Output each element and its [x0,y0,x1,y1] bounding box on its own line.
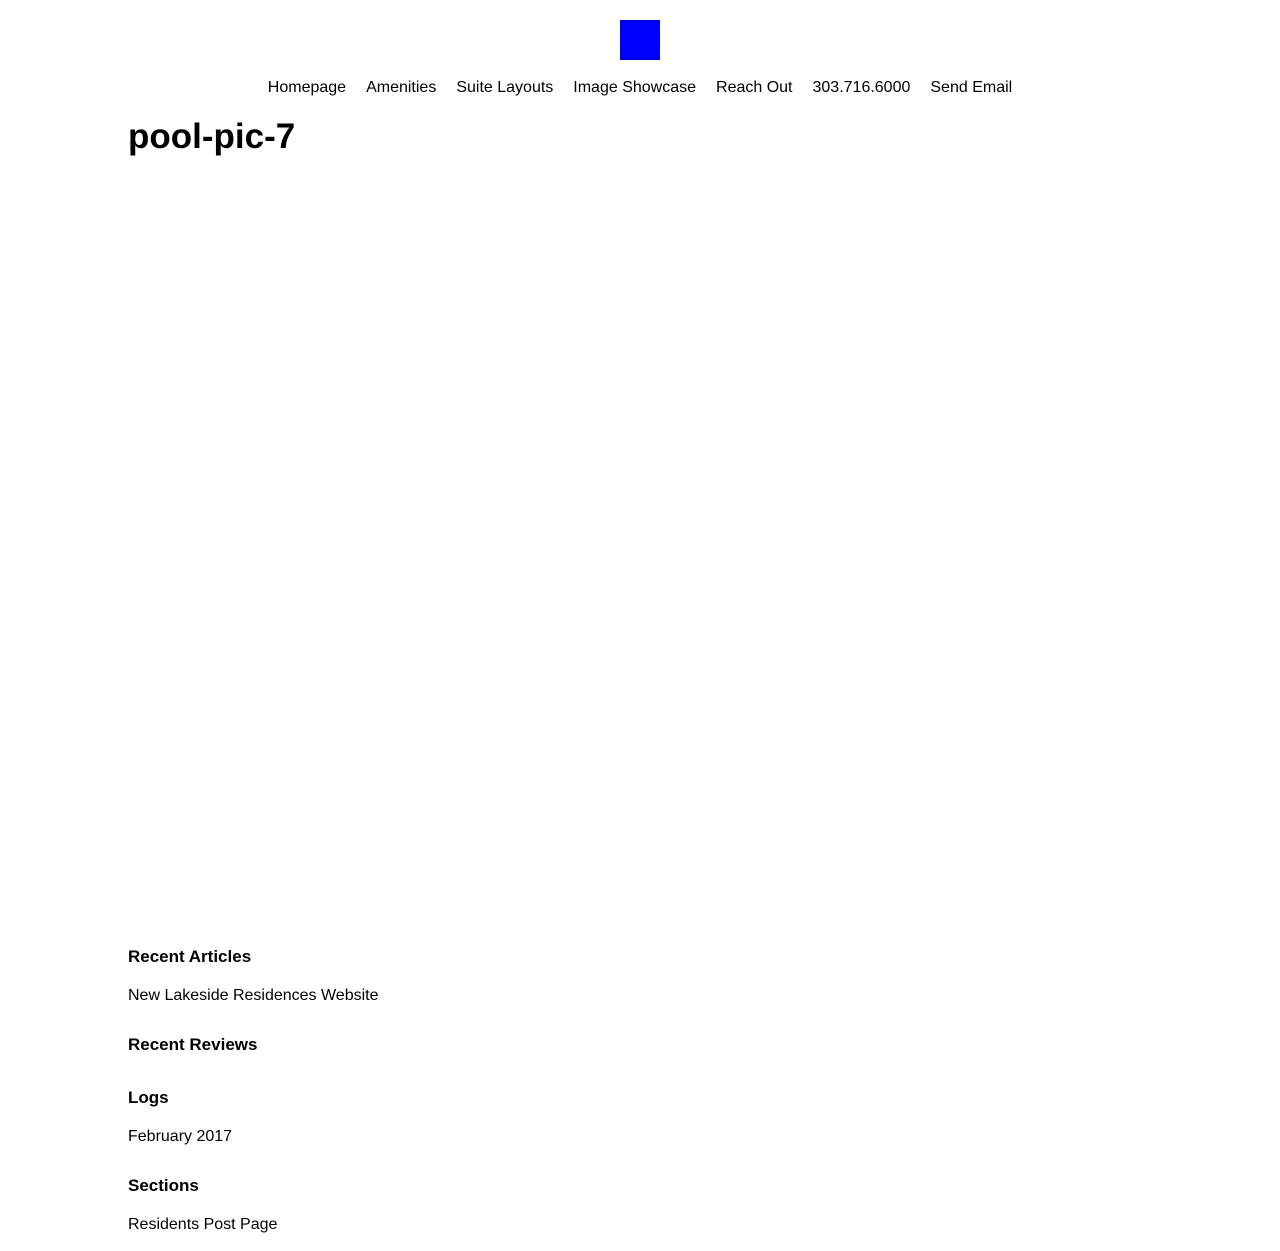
section-link[interactable]: Residents Post Page [128,1215,277,1235]
recent-articles-title: Recent Articles [128,947,252,966]
logs-title: Logs [128,1088,169,1107]
nav-link-send-email[interactable]: Send Email [930,79,1012,96]
nav-link-phone[interactable]: 303.716.6000 [813,79,911,96]
nav-item-image-showcase: Image Showcase [573,78,696,98]
recent-reviews-title: Recent Reviews [128,1035,258,1054]
log-link[interactable]: February 2017 [128,1127,232,1147]
nav-item-send-email: Send Email [930,78,1012,98]
nav-link-image-showcase[interactable]: Image Showcase [573,79,696,96]
site-logo[interactable] [620,20,660,60]
nav-item-phone: 303.716.6000 [813,78,911,98]
recent-article-link[interactable]: New Lakeside Residences Website [128,986,379,1006]
nav-link-homepage[interactable]: Homepage [268,79,346,96]
nav-item-homepage: Homepage [268,78,346,98]
page-title: pool-pic-7 [128,117,296,156]
nav-item-amenities: Amenities [366,78,436,98]
nav-list: Homepage Amenities Suite Layouts Image S… [0,78,1280,98]
nav-link-reach-out[interactable]: Reach Out [716,79,792,96]
nav-item-suite-layouts: Suite Layouts [456,78,553,98]
nav-item-reach-out: Reach Out [716,78,792,98]
nav-link-suite-layouts[interactable]: Suite Layouts [456,79,553,96]
nav-link-amenities[interactable]: Amenities [366,79,436,96]
sections-title: Sections [128,1176,199,1195]
